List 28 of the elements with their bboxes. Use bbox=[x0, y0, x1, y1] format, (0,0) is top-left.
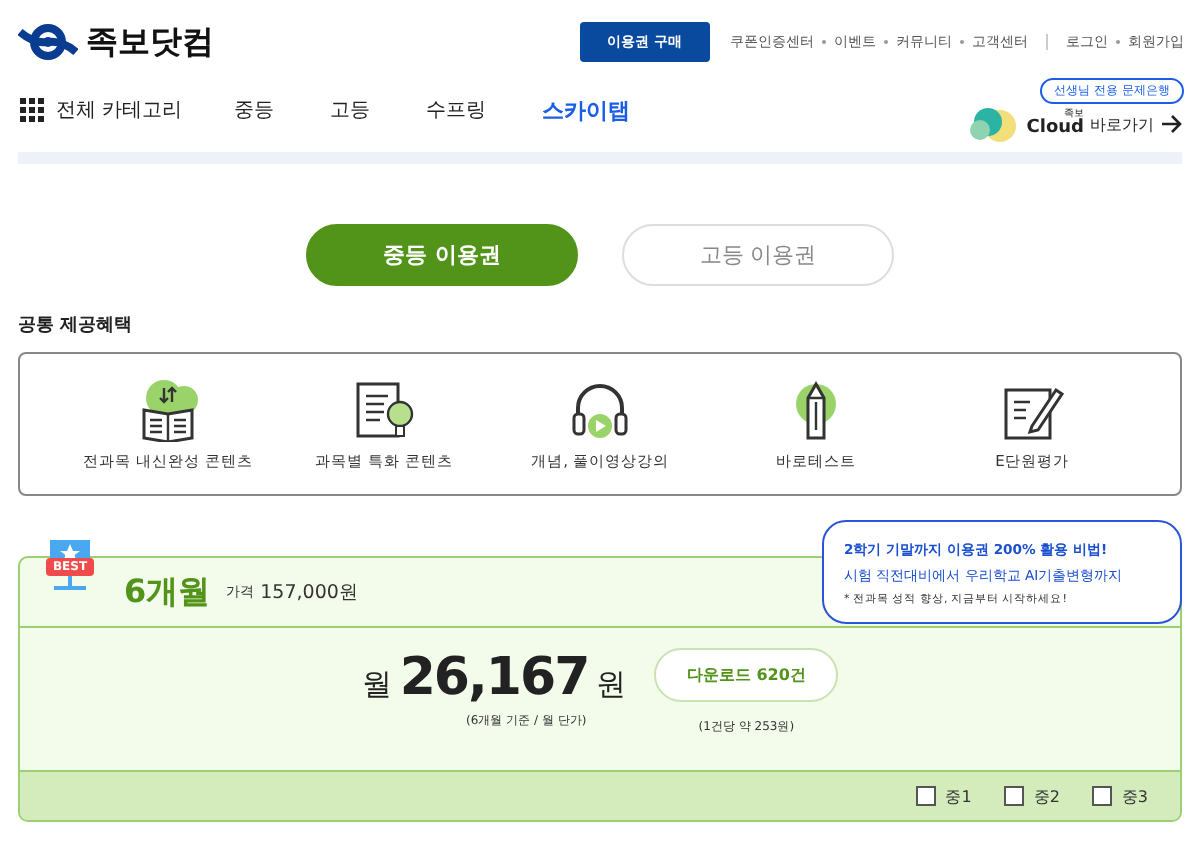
nav-link[interactable]: 고등 bbox=[330, 96, 371, 124]
arrow-icon bbox=[1160, 114, 1184, 134]
checkbox-label: 중2 bbox=[1033, 785, 1060, 807]
shortcut-link[interactable]: 바로가기 bbox=[1090, 113, 1154, 135]
plan-title: 6개월 bbox=[124, 571, 211, 613]
checkbox[interactable] bbox=[915, 786, 936, 806]
download-button[interactable]: 다운로드 620건 bbox=[654, 648, 839, 702]
nav-link[interactable]: 수프링 bbox=[426, 96, 487, 124]
section-title: 공통 제공혜택 bbox=[18, 314, 135, 338]
monthly-price: 26,167 bbox=[399, 648, 589, 708]
category-menu[interactable]: 전체 카테고리 bbox=[56, 96, 183, 124]
price-text: 157,000원 bbox=[260, 579, 359, 605]
document-bulb-icon bbox=[352, 377, 416, 441]
checkbox[interactable] bbox=[1091, 786, 1112, 806]
logo-text[interactable]: 족보닷컴 bbox=[86, 21, 214, 63]
checkbox[interactable] bbox=[1003, 786, 1024, 806]
nav-link[interactable]: 스카이탭 bbox=[542, 95, 631, 125]
month-label: 월 bbox=[361, 666, 392, 704]
logo-icon bbox=[18, 20, 78, 64]
currency-label: 원 bbox=[596, 666, 627, 704]
menu-icon bbox=[20, 98, 44, 122]
tab[interactable]: 고등 이용권 bbox=[622, 224, 894, 286]
tab[interactable]: 중등 이용권 bbox=[306, 224, 578, 286]
cloud-logo-text: Cloud bbox=[1026, 120, 1084, 138]
checkbox-label: 중1 bbox=[945, 785, 972, 807]
cloud-icon bbox=[968, 106, 1021, 142]
nav-link[interactable]: 중등 bbox=[234, 96, 275, 124]
checkbox-label: 중3 bbox=[1121, 785, 1148, 807]
